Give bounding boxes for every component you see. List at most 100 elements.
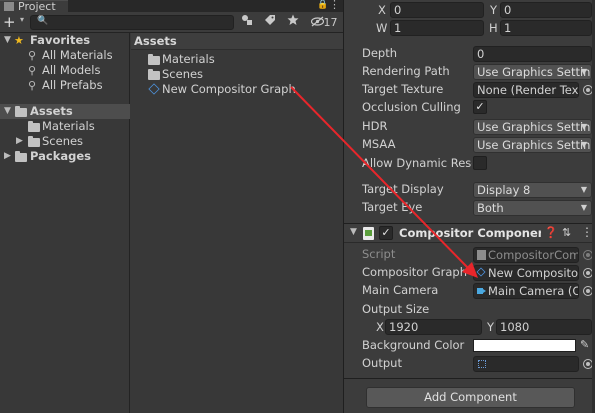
asset-item-label: New Compositor Graph [162, 82, 296, 96]
target-display-value: Display 8 [477, 183, 531, 197]
collapse-arrow-icon[interactable]: ▶ [16, 134, 23, 149]
output-size-y-label: Y [487, 320, 495, 334]
viewport-x-label: X [378, 3, 386, 17]
tree-favorites-label: Favorites [30, 33, 91, 47]
viewport-w-label: W [376, 21, 388, 35]
output-label: Output [362, 356, 402, 370]
add-dropdown-caret-icon[interactable]: ▾ [20, 15, 24, 24]
tab-menu-icon[interactable]: ⋮ [329, 0, 340, 11]
chevron-down-icon: ▼ [580, 203, 587, 212]
output-size-label: Output Size [362, 302, 430, 316]
tree-assets[interactable]: ▼ Assets [0, 104, 130, 119]
label-icon[interactable] [260, 14, 280, 31]
render-texture-icon [478, 360, 486, 368]
compositor-graph-value: New Compositor [488, 266, 579, 280]
asset-item-label: Scenes [162, 67, 204, 81]
msaa-label: MSAA [362, 137, 396, 151]
script-value: CompositorComp [488, 248, 579, 262]
depth-label: Depth [362, 46, 398, 60]
viewport-h-field[interactable]: 1 [500, 20, 592, 36]
hidden-packages-toggle[interactable]: 17 [306, 14, 342, 31]
search-icon: ⚲ [28, 49, 37, 62]
msaa-value: Use Graphics Settin [477, 138, 591, 152]
breadcrumb-assets[interactable]: Assets [134, 34, 177, 48]
tree-packages[interactable]: ▶ Packages [0, 149, 130, 164]
expand-arrow-icon[interactable]: ▼ [4, 33, 11, 48]
occlusion-culling-checkbox[interactable]: ✓ [473, 100, 487, 114]
compositor-graph-field[interactable]: New Compositor [473, 265, 579, 281]
eyedropper-icon[interactable]: ✎ [580, 338, 589, 351]
target-eye-dropdown[interactable]: Both ▼ [473, 200, 592, 216]
compositor-graph-label: Compositor Graph A [362, 265, 470, 279]
target-eye-value: Both [477, 201, 504, 215]
rendering-path-dropdown[interactable]: Use Graphics Settin ▼ [473, 64, 592, 80]
presets-icon[interactable]: ⇅ [562, 226, 571, 239]
occlusion-culling-label: Occlusion Culling [362, 100, 461, 114]
background-color-swatch[interactable] [473, 339, 576, 352]
viewport-y-label: Y [490, 3, 498, 17]
hidden-count: 17 [323, 16, 338, 29]
tree-item-label: Materials [42, 119, 95, 133]
camera-lens-icon [483, 289, 486, 293]
tab-project[interactable]: Project [0, 0, 68, 12]
folder-icon [15, 106, 27, 117]
tree-item-label: All Materials [42, 48, 113, 62]
script-label: Script [362, 247, 396, 261]
search-input[interactable]: 🔍 [30, 15, 234, 30]
viewport-w-field[interactable]: 1 [390, 20, 484, 36]
script-field: CompositorComp [473, 247, 579, 263]
viewport-h-label: H [489, 21, 498, 35]
script-file-icon [477, 250, 486, 260]
depth-field[interactable]: 0 [473, 46, 592, 62]
tree-favorites[interactable]: ▼ ★ Favorites [0, 33, 130, 48]
hdr-value: Use Graphics Settin [477, 120, 591, 134]
favorite-icon[interactable] [283, 14, 303, 31]
output-size-x-field[interactable]: 1920 [385, 319, 482, 335]
viewport-y-field[interactable]: 0 [500, 2, 592, 18]
rendering-path-label: Rendering Path [362, 64, 450, 78]
msaa-dropdown[interactable]: Use Graphics Settin ▼ [473, 137, 592, 153]
tree-item-scenes[interactable]: ▶ Scenes [0, 134, 130, 149]
star-icon: ★ [14, 34, 24, 47]
chevron-down-icon: ▼ [580, 185, 587, 194]
component-enabled-checkbox[interactable]: ✓ [379, 226, 393, 240]
scene-view-icon[interactable] [237, 14, 257, 31]
compositor-component-header[interactable]: ▼ ✓ Compositor Component ( ❓ ⇅ ⋮ [344, 223, 595, 243]
output-size-y-field[interactable]: 1080 [496, 319, 592, 335]
tree-item-label: All Prefabs [42, 78, 103, 92]
allow-dynamic-resolution-checkbox[interactable] [473, 156, 487, 170]
assets-breadcrumb: Assets [131, 33, 343, 50]
main-camera-label: Main Camera [362, 283, 439, 297]
divider [344, 378, 595, 379]
tree-item-all-materials[interactable]: ⚲ All Materials [0, 48, 130, 63]
rendering-path-value: Use Graphics Settin [477, 65, 591, 79]
expand-arrow-icon[interactable]: ▼ [4, 104, 11, 119]
help-icon[interactable]: ❓ [544, 226, 558, 239]
viewport-x-field[interactable]: 0 [390, 2, 484, 18]
tree-item-all-models[interactable]: ⚲ All Models [0, 63, 130, 78]
background-color-label: Background Color [362, 338, 465, 352]
add-button[interactable]: + [3, 13, 16, 31]
tree-item-materials[interactable]: Materials [0, 119, 130, 134]
hdr-dropdown[interactable]: Use Graphics Settin ▼ [473, 119, 592, 135]
output-field[interactable] [473, 356, 579, 372]
add-component-button[interactable]: Add Component [366, 387, 575, 408]
component-title: Compositor Component ( [399, 226, 541, 240]
tree-item-label: All Models [42, 63, 101, 77]
foldout-arrow-icon[interactable]: ▼ [350, 227, 357, 237]
collapse-arrow-icon[interactable]: ▶ [4, 149, 11, 164]
tree-assets-label: Assets [30, 104, 73, 118]
folder-icon [148, 54, 160, 65]
chevron-down-icon: ▼ [580, 140, 587, 149]
tree-item-all-prefabs[interactable]: ⚲ All Prefabs [0, 78, 130, 93]
target-eye-label: Target Eye [362, 200, 423, 214]
target-display-label: Target Display [362, 182, 444, 196]
search-icon: ⚲ [28, 64, 37, 77]
output-size-x-label: X [376, 320, 384, 334]
chevron-down-icon: ▼ [580, 67, 587, 76]
lock-icon[interactable]: 🔒 [317, 0, 328, 10]
main-camera-field[interactable]: Main Camera (Ca [473, 283, 579, 299]
target-display-dropdown[interactable]: Display 8 ▼ [473, 182, 592, 198]
target-texture-label: Target Texture [362, 82, 444, 96]
target-texture-field[interactable]: None (Render Textu [473, 82, 579, 98]
